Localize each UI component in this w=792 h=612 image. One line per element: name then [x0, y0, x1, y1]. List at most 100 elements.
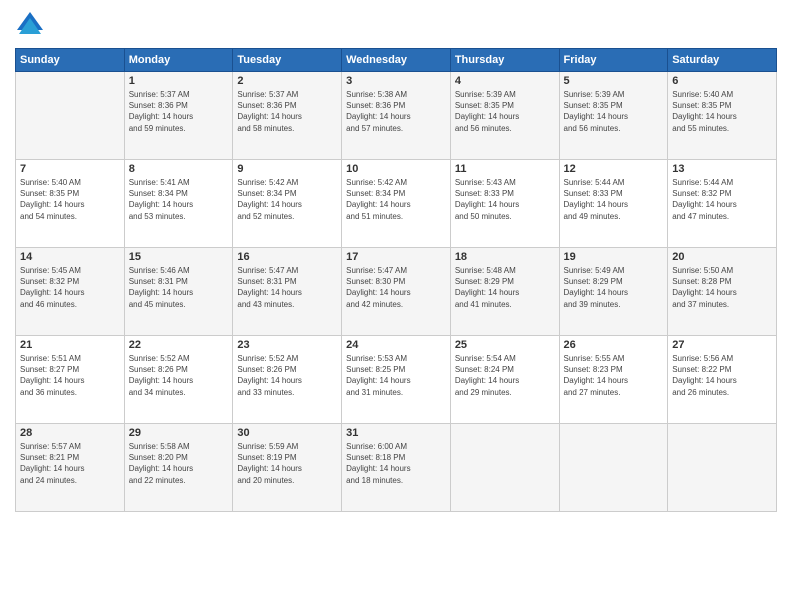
day-info: Sunrise: 5:42 AM Sunset: 8:34 PM Dayligh…	[237, 177, 337, 222]
calendar-cell: 22Sunrise: 5:52 AM Sunset: 8:26 PM Dayli…	[124, 336, 233, 424]
calendar-cell: 14 Sunrise: 5:45 AM Sunset: 8:32 PM Dayli…	[16, 248, 125, 336]
day-info: Sunrise: 5:55 AM Sunset: 8:23 PM Dayligh…	[564, 353, 664, 398]
day-number: 16	[237, 251, 337, 263]
day-info: Sunrise: 5:49 AM Sunset: 8:29 PM Dayligh…	[564, 265, 664, 310]
calendar-cell: 21 Sunrise: 5:51 AM Sunset: 8:27 PM Dayli…	[16, 336, 125, 424]
weekday-sunday: Sunday	[16, 49, 125, 72]
day-number: 2	[237, 75, 337, 87]
calendar-cell: 16 Sunrise: 5:47 AM Sunset: 8:31 PM Dayli…	[233, 248, 342, 336]
day-number: 12	[564, 163, 664, 175]
day-number: 28	[20, 427, 120, 439]
day-number: 23	[237, 339, 337, 351]
logo-icon	[15, 10, 45, 40]
day-info: Sunrise: 5:39 AM Sunset: 8:35 PM Dayligh…	[455, 89, 555, 134]
calendar-cell: 19 Sunrise: 5:49 AM Sunset: 8:29 PM Dayli…	[559, 248, 668, 336]
weekday-wednesday: Wednesday	[342, 49, 451, 72]
day-info: Sunrise: 5:56 AM Sunset: 8:22 PM Dayligh…	[672, 353, 772, 398]
calendar-cell: 30 Sunrise: 5:59 AM Sunset: 8:19 PM Dayli…	[233, 424, 342, 512]
weekday-saturday: Saturday	[668, 49, 777, 72]
day-number: 14	[20, 251, 120, 263]
calendar-cell	[559, 424, 668, 512]
day-info: Sunrise: 5:37 AM Sunset: 8:36 PM Dayligh…	[237, 89, 337, 134]
calendar-cell: 7Sunrise: 5:40 AM Sunset: 8:35 PM Daylig…	[16, 160, 125, 248]
day-info: Sunrise: 5:43 AM Sunset: 8:33 PM Dayligh…	[455, 177, 555, 222]
weekday-friday: Friday	[559, 49, 668, 72]
day-info: Sunrise: 5:40 AM Sunset: 8:35 PM Dayligh…	[672, 89, 772, 134]
day-info: Sunrise: 5:38 AM Sunset: 8:36 PM Dayligh…	[346, 89, 446, 134]
day-number: 21	[20, 339, 120, 351]
calendar-cell: 20 Sunrise: 5:50 AM Sunset: 8:28 PM Dayli…	[668, 248, 777, 336]
day-number: 5	[564, 75, 664, 87]
day-number: 20	[672, 251, 772, 263]
week-row-3: 14 Sunrise: 5:45 AM Sunset: 8:32 PM Dayli…	[16, 248, 777, 336]
day-number: 29	[129, 427, 229, 439]
day-info: Sunrise: 5:52 AM Sunset: 8:26 PM Dayligh…	[237, 353, 337, 398]
day-number: 10	[346, 163, 446, 175]
calendar-cell: 5 Sunrise: 5:39 AM Sunset: 8:35 PM Daylig…	[559, 72, 668, 160]
day-info: Sunrise: 5:59 AM Sunset: 8:19 PM Dayligh…	[237, 441, 337, 486]
day-number: 31	[346, 427, 446, 439]
calendar-cell: 11 Sunrise: 5:43 AM Sunset: 8:33 PM Dayli…	[450, 160, 559, 248]
week-row-2: 7Sunrise: 5:40 AM Sunset: 8:35 PM Daylig…	[16, 160, 777, 248]
calendar-cell: 10 Sunrise: 5:42 AM Sunset: 8:34 PM Dayli…	[342, 160, 451, 248]
calendar-table: SundayMondayTuesdayWednesdayThursdayFrid…	[15, 48, 777, 512]
day-number: 24	[346, 339, 446, 351]
day-number: 18	[455, 251, 555, 263]
day-info: Sunrise: 5:46 AM Sunset: 8:31 PM Dayligh…	[129, 265, 229, 310]
day-info: Sunrise: 5:47 AM Sunset: 8:30 PM Dayligh…	[346, 265, 446, 310]
day-number: 22	[129, 339, 229, 351]
day-info: Sunrise: 5:53 AM Sunset: 8:25 PM Dayligh…	[346, 353, 446, 398]
calendar-cell: 3Sunrise: 5:38 AM Sunset: 8:36 PM Daylig…	[342, 72, 451, 160]
day-info: Sunrise: 6:00 AM Sunset: 8:18 PM Dayligh…	[346, 441, 446, 486]
day-info: Sunrise: 5:44 AM Sunset: 8:33 PM Dayligh…	[564, 177, 664, 222]
day-info: Sunrise: 5:40 AM Sunset: 8:35 PM Dayligh…	[20, 177, 120, 222]
day-number: 27	[672, 339, 772, 351]
calendar-cell	[450, 424, 559, 512]
calendar-cell: 25 Sunrise: 5:54 AM Sunset: 8:24 PM Dayli…	[450, 336, 559, 424]
calendar-container: SundayMondayTuesdayWednesdayThursdayFrid…	[0, 0, 792, 612]
calendar-cell: 28 Sunrise: 5:57 AM Sunset: 8:21 PM Dayli…	[16, 424, 125, 512]
calendar-cell: 31 Sunrise: 6:00 AM Sunset: 8:18 PM Dayli…	[342, 424, 451, 512]
calendar-cell: 26Sunrise: 5:55 AM Sunset: 8:23 PM Dayli…	[559, 336, 668, 424]
day-info: Sunrise: 5:37 AM Sunset: 8:36 PM Dayligh…	[129, 89, 229, 134]
day-number: 11	[455, 163, 555, 175]
day-info: Sunrise: 5:45 AM Sunset: 8:32 PM Dayligh…	[20, 265, 120, 310]
day-info: Sunrise: 5:44 AM Sunset: 8:32 PM Dayligh…	[672, 177, 772, 222]
calendar-cell: 9 Sunrise: 5:42 AM Sunset: 8:34 PM Daylig…	[233, 160, 342, 248]
day-number: 19	[564, 251, 664, 263]
calendar-cell: 18Sunrise: 5:48 AM Sunset: 8:29 PM Dayli…	[450, 248, 559, 336]
day-number: 30	[237, 427, 337, 439]
day-info: Sunrise: 5:57 AM Sunset: 8:21 PM Dayligh…	[20, 441, 120, 486]
day-info: Sunrise: 5:41 AM Sunset: 8:34 PM Dayligh…	[129, 177, 229, 222]
day-info: Sunrise: 5:39 AM Sunset: 8:35 PM Dayligh…	[564, 89, 664, 134]
day-number: 6	[672, 75, 772, 87]
day-number: 25	[455, 339, 555, 351]
logo	[15, 10, 49, 40]
weekday-tuesday: Tuesday	[233, 49, 342, 72]
day-info: Sunrise: 5:50 AM Sunset: 8:28 PM Dayligh…	[672, 265, 772, 310]
calendar-cell: 8Sunrise: 5:41 AM Sunset: 8:34 PM Daylig…	[124, 160, 233, 248]
calendar-cell: 23 Sunrise: 5:52 AM Sunset: 8:26 PM Dayli…	[233, 336, 342, 424]
day-info: Sunrise: 5:51 AM Sunset: 8:27 PM Dayligh…	[20, 353, 120, 398]
day-info: Sunrise: 5:54 AM Sunset: 8:24 PM Dayligh…	[455, 353, 555, 398]
calendar-cell: 24 Sunrise: 5:53 AM Sunset: 8:25 PM Dayli…	[342, 336, 451, 424]
calendar-cell: 1Sunrise: 5:37 AM Sunset: 8:36 PM Daylig…	[124, 72, 233, 160]
week-row-1: 1Sunrise: 5:37 AM Sunset: 8:36 PM Daylig…	[16, 72, 777, 160]
calendar-cell: 2 Sunrise: 5:37 AM Sunset: 8:36 PM Daylig…	[233, 72, 342, 160]
calendar-cell: 27 Sunrise: 5:56 AM Sunset: 8:22 PM Dayli…	[668, 336, 777, 424]
day-number: 9	[237, 163, 337, 175]
day-info: Sunrise: 5:58 AM Sunset: 8:20 PM Dayligh…	[129, 441, 229, 486]
calendar-cell: 15Sunrise: 5:46 AM Sunset: 8:31 PM Dayli…	[124, 248, 233, 336]
calendar-cell: 17Sunrise: 5:47 AM Sunset: 8:30 PM Dayli…	[342, 248, 451, 336]
calendar-cell: 4 Sunrise: 5:39 AM Sunset: 8:35 PM Daylig…	[450, 72, 559, 160]
calendar-cell	[668, 424, 777, 512]
day-number: 4	[455, 75, 555, 87]
weekday-monday: Monday	[124, 49, 233, 72]
day-info: Sunrise: 5:47 AM Sunset: 8:31 PM Dayligh…	[237, 265, 337, 310]
day-info: Sunrise: 5:42 AM Sunset: 8:34 PM Dayligh…	[346, 177, 446, 222]
weekday-header-row: SundayMondayTuesdayWednesdayThursdayFrid…	[16, 49, 777, 72]
week-row-4: 21 Sunrise: 5:51 AM Sunset: 8:27 PM Dayli…	[16, 336, 777, 424]
calendar-cell	[16, 72, 125, 160]
day-number: 13	[672, 163, 772, 175]
calendar-cell: 12 Sunrise: 5:44 AM Sunset: 8:33 PM Dayli…	[559, 160, 668, 248]
